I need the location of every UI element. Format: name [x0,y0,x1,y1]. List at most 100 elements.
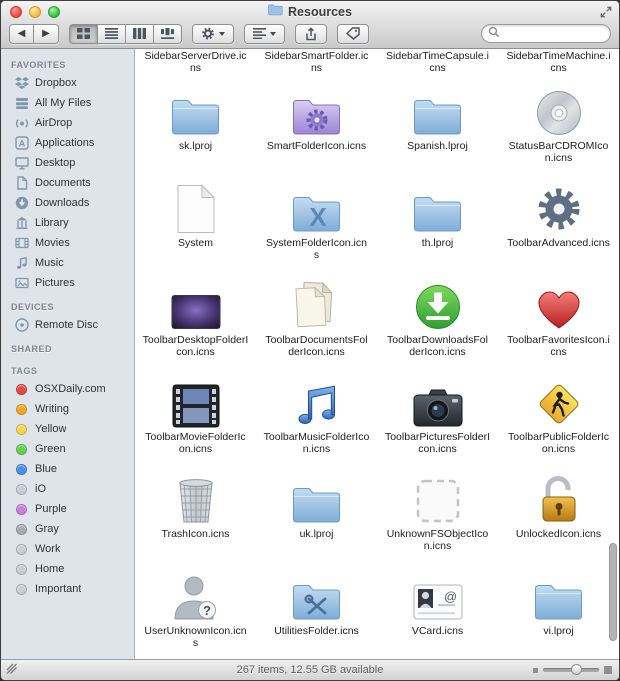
tag-color-dot-icon [16,384,27,395]
forward-button[interactable]: ▶ [34,24,59,44]
file-label: ToolbarDocumentsFolderIcon.icns [264,334,370,358]
sidebar-item-purple[interactable]: Purple [1,499,134,519]
sidebar-item-writing[interactable]: Writing [1,399,134,419]
sidebar-item-green[interactable]: Green [1,439,134,459]
sidebar-item-yellow[interactable]: Yellow [1,419,134,439]
sidebar-item-documents[interactable]: Documents [1,173,134,193]
vertical-scrollbar[interactable] [609,543,617,641]
folder-x-icon: X [292,178,342,234]
tags-button[interactable] [337,24,369,44]
search-input[interactable] [504,28,604,40]
file-item[interactable]: System [135,173,256,270]
action-button[interactable] [192,24,234,44]
sidebar-item-movies[interactable]: Movies [1,233,134,253]
sidebar: FAVORITESDropboxAll My FilesAirDropAAppl… [1,49,135,659]
arrange-button[interactable] [244,24,285,44]
file-item[interactable]: UtilitiesFolder.icns [256,561,377,658]
file-item[interactable]: ToolbarDocumentsFolderIcon.icns [256,270,377,367]
file-item[interactable]: uk.lproj [256,464,377,561]
share-button[interactable] [295,24,327,44]
sidebar-item-pictures[interactable]: Pictures [1,273,134,293]
titlebar[interactable]: Resources [1,1,619,22]
file-item[interactable]: Spanish.lproj [377,76,498,173]
search-field[interactable] [481,24,611,43]
file-label: UnlockedIcon.icns [506,528,612,540]
file-item[interactable]: SidebarServerDrive.icns [135,49,256,76]
file-label: ToolbarMusicFolderIcon.icns [264,431,370,455]
sidebar-item-dropbox[interactable]: Dropbox [1,73,134,93]
sidebar-item-remote-disc[interactable]: Remote Disc [1,315,134,335]
file-item[interactable]: SidebarTimeCapsule.icns [377,49,498,76]
zoom-button[interactable] [48,6,60,18]
sidebar-item-osxdaily-com[interactable]: OSXDaily.com [1,379,134,399]
sidebar-item-applications[interactable]: AApplications [1,133,134,153]
sidebar-item-downloads[interactable]: Downloads [1,193,134,213]
fullscreen-icon[interactable] [600,5,612,23]
file-item[interactable]: UnlockedIcon.icns [498,464,619,561]
sidebar-item-desktop[interactable]: Desktop [1,153,134,173]
sidebar-item-important[interactable]: Important [1,579,134,599]
tag-color-dot-icon [16,484,27,495]
folder-proxy-icon[interactable] [268,3,283,21]
file-item[interactable]: ToolbarMovieFolderIcon.icns [135,367,256,464]
file-grid: sk.lprojSmartFolderIcon.icns Spanish.lpro… [135,76,619,658]
window-title-area: Resources [1,3,619,21]
sidebar-item-library[interactable]: Library [1,213,134,233]
file-item[interactable]: vi.lproj [498,561,619,658]
file-label: VCard.icns [385,625,491,637]
sidebar-item-io[interactable]: iO [1,479,134,499]
file-item[interactable]: ToolbarDesktopFolderIcon.icns [135,270,256,367]
coverflow-view-button[interactable] [154,24,182,44]
remote-disc-icon [14,318,29,333]
file-item[interactable]: ToolbarMusicFolderIcon.icns [256,367,377,464]
heart-icon [534,275,584,331]
sidebar-item-music[interactable]: Music [1,253,134,273]
close-button[interactable] [10,6,22,18]
sidebar-item-label: Downloads [35,197,89,209]
sidebar-item-label: Gray [35,523,59,535]
file-label: ToolbarPublicFolderIcon.icns [506,431,612,455]
file-item[interactable]: ToolbarPublicFolderIcon.icns [498,367,619,464]
back-button[interactable]: ◀ [9,24,34,44]
svg-text:A: A [18,138,25,148]
slider-track[interactable] [543,668,599,672]
document-icon [176,178,216,234]
file-item[interactable]: @VCard.icns [377,561,498,658]
sidebar-item-airdrop[interactable]: AirDrop [1,113,134,133]
file-item[interactable]: ToolbarAdvanced.icns [498,173,619,270]
chevron-down-icon [219,32,225,36]
file-item[interactable]: XSystemFolderIcon.icns [256,173,377,270]
sidebar-item-work[interactable]: Work [1,539,134,559]
file-view: SidebarServerDrive.icnsSidebarSmartFolde… [135,49,619,659]
file-item[interactable]: StatusBarCDROMIcon.icns [498,76,619,173]
file-item[interactable]: sk.lproj [135,76,256,173]
all-my-files-icon [14,96,29,111]
sidebar-item-home[interactable]: Home [1,559,134,579]
large-icons-icon [604,666,612,674]
sidebar-item-all-my-files[interactable]: All My Files [1,93,134,113]
file-item[interactable]: ToolbarFavoritesIcon.icns [498,270,619,367]
column-view-button[interactable] [126,24,154,44]
file-item[interactable]: SidebarSmartFolder.icns [256,49,377,76]
sidebar-item-label: Writing [35,403,69,415]
tag-color-dot-icon [16,564,27,575]
minimize-button[interactable] [29,6,41,18]
icon-view-button[interactable] [69,24,98,44]
file-item[interactable]: th.lproj [377,173,498,270]
list-view-button[interactable] [98,24,126,44]
file-label: Spanish.lproj [385,140,491,152]
file-item[interactable]: ToolbarDownloadsFolderIcon.icns [377,270,498,367]
icon-size-slider[interactable] [533,666,612,674]
file-item[interactable]: TrashIcon.icns [135,464,256,561]
sidebar-item-label: All My Files [35,97,91,109]
file-item[interactable]: ToolbarPicturesFolderIcon.icns [377,367,498,464]
file-item[interactable]: SmartFolderIcon.icns [256,76,377,173]
file-item[interactable]: ?UserUnknownIcon.icns [135,561,256,658]
file-item[interactable]: UnknownFSObjectIcon.icns [377,464,498,561]
sidebar-item-blue[interactable]: Blue [1,459,134,479]
airdrop-icon [14,116,29,131]
file-item[interactable]: SidebarTimeMachine.icns [498,49,619,76]
slider-thumb[interactable] [571,664,582,675]
sidebar-item-gray[interactable]: Gray [1,519,134,539]
tag-color-dot-icon [16,584,27,595]
